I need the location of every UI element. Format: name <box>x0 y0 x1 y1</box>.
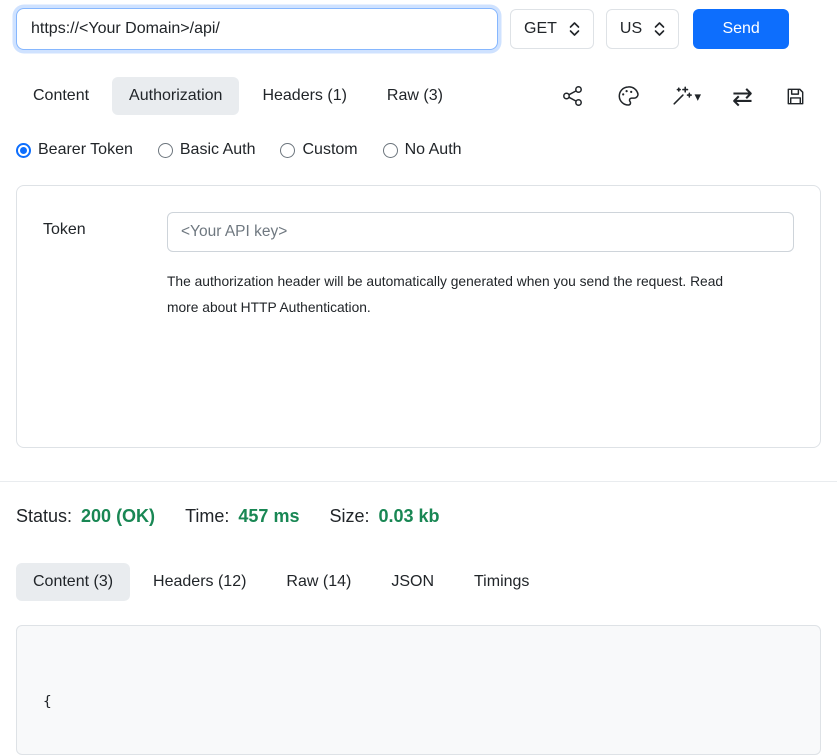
radio-icon <box>158 143 173 158</box>
token-label: Token <box>43 212 167 320</box>
response-tabs: Content (3) Headers (12) Raw (14) JSON T… <box>16 563 821 601</box>
request-toolbar: ▾ ⇄ <box>561 84 821 109</box>
swap-arrows-icon[interactable]: ⇄ <box>732 84 753 109</box>
tab-headers[interactable]: Headers (1) <box>245 77 363 115</box>
size-value: 0.03 kb <box>379 506 440 527</box>
response-status-row: Status: 200 (OK) Time: 457 ms Size: 0.03… <box>16 506 821 527</box>
updown-caret-icon <box>654 21 665 37</box>
url-input[interactable] <box>16 8 498 50</box>
status-value: 200 (OK) <box>81 506 155 527</box>
magic-wand-icon[interactable]: ▾ <box>671 85 702 107</box>
auth-type-row: Bearer Token Basic Auth Custom No Auth <box>16 141 821 159</box>
radio-basic-auth[interactable]: Basic Auth <box>158 141 256 159</box>
method-select[interactable]: GET <box>510 9 594 49</box>
updown-caret-icon <box>569 21 580 37</box>
radio-label: Bearer Token <box>38 141 133 159</box>
token-input[interactable] <box>167 212 794 252</box>
tab-response-content[interactable]: Content (3) <box>16 563 130 601</box>
radio-icon <box>16 143 31 158</box>
region-select-value: US <box>620 20 642 38</box>
size-group: Size: 0.03 kb <box>329 506 439 527</box>
radio-label: Basic Auth <box>180 141 256 159</box>
tab-response-timings[interactable]: Timings <box>457 563 546 601</box>
method-select-value: GET <box>524 20 557 38</box>
response-body-code[interactable]: { "message": "API running." } <box>16 625 821 755</box>
tab-response-raw[interactable]: Raw (14) <box>269 563 368 601</box>
time-group: Time: 457 ms <box>185 506 299 527</box>
status-group: Status: 200 (OK) <box>16 506 155 527</box>
palette-icon[interactable] <box>616 84 640 108</box>
request-tabs-row: Content Authorization Headers (1) Raw (3… <box>16 77 821 115</box>
request-bar: GET US Send <box>16 8 821 50</box>
chevron-down-icon: ▾ <box>695 90 702 103</box>
radio-no-auth[interactable]: No Auth <box>383 141 462 159</box>
radio-icon <box>383 143 398 158</box>
time-label: Time: <box>185 506 229 527</box>
tab-content[interactable]: Content <box>16 77 106 115</box>
save-icon[interactable] <box>784 85 807 108</box>
radio-icon <box>280 143 295 158</box>
radio-label: No Auth <box>405 141 462 159</box>
share-nodes-icon[interactable] <box>561 84 585 108</box>
code-line: { <box>43 690 794 715</box>
radio-custom[interactable]: Custom <box>280 141 357 159</box>
radio-label: Custom <box>302 141 357 159</box>
request-tabs: Content Authorization Headers (1) Raw (3… <box>16 77 460 115</box>
time-value: 457 ms <box>238 506 299 527</box>
section-divider <box>0 481 837 482</box>
tab-authorization[interactable]: Authorization <box>112 77 239 115</box>
send-button[interactable]: Send <box>693 9 789 49</box>
token-helper-text: The authorization header will be automat… <box>167 269 755 320</box>
size-label: Size: <box>329 506 369 527</box>
status-label: Status: <box>16 506 72 527</box>
token-panel: Token The authorization header will be a… <box>16 185 821 448</box>
tab-raw[interactable]: Raw (3) <box>370 77 460 115</box>
api-tester-page: GET US Send Content Authorization Header… <box>0 0 837 755</box>
tab-response-headers[interactable]: Headers (12) <box>136 563 263 601</box>
radio-bearer-token[interactable]: Bearer Token <box>16 141 133 159</box>
region-select[interactable]: US <box>606 9 679 49</box>
tab-response-json[interactable]: JSON <box>374 563 451 601</box>
